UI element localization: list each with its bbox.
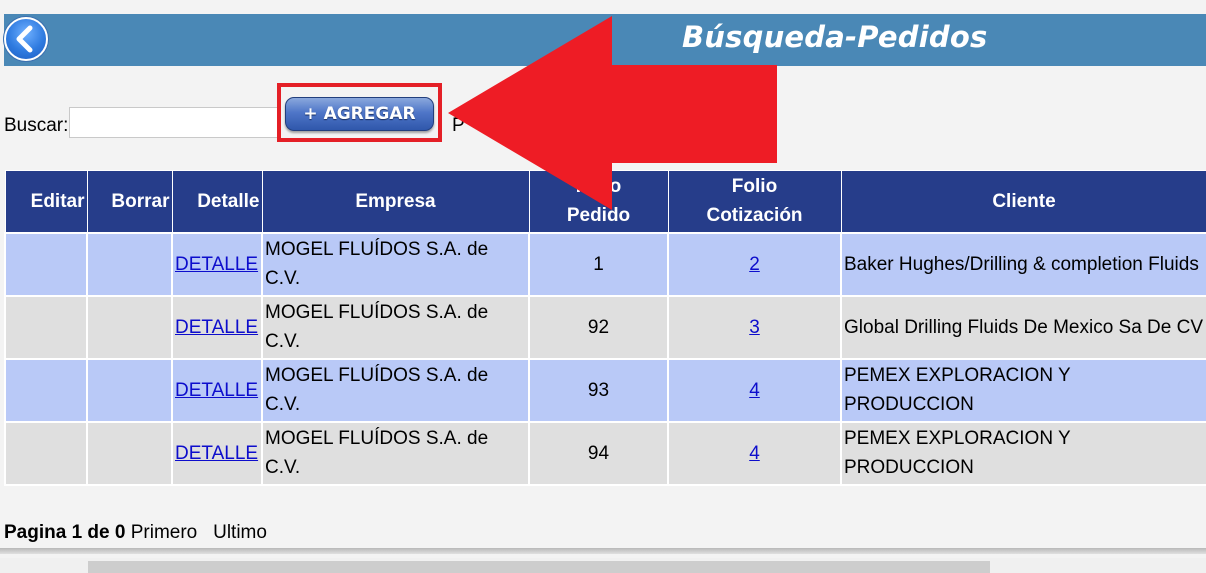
column-header-folio-cotizacion[interactable]: Folio Cotización bbox=[667, 170, 842, 233]
delete-cell bbox=[86, 294, 173, 360]
folio-pedido-cell: 1 bbox=[528, 231, 669, 297]
search-label: Buscar: bbox=[4, 115, 69, 136]
pager: Pagina 1 de 0 Primero Ultimo bbox=[4, 522, 267, 544]
add-button[interactable]: + AGREGAR bbox=[285, 97, 434, 131]
folio-pedido-cell: 94 bbox=[528, 420, 669, 486]
search-input[interactable] bbox=[69, 107, 281, 138]
edit-cell bbox=[4, 420, 88, 486]
column-header-empresa[interactable]: Empresa bbox=[261, 170, 530, 233]
column-header-folio-pedido[interactable]: Folio Pedido bbox=[528, 170, 669, 233]
edit-cell bbox=[4, 294, 88, 360]
title-bar bbox=[4, 14, 1206, 66]
partially-hidden-label: P bbox=[452, 115, 465, 136]
table-header-row: Editar Borrar Detalle Empresa Folio Pedi… bbox=[4, 170, 1206, 233]
pager-last-link[interactable]: Ultimo bbox=[213, 522, 267, 543]
delete-cell bbox=[86, 231, 173, 297]
empresa-cell: MOGEL FLUÍDOS S.A. de C.V. bbox=[261, 357, 530, 423]
folio-cotizacion-link[interactable]: 4 bbox=[749, 380, 760, 401]
folio-pedido-cell: 92 bbox=[528, 294, 669, 360]
cliente-cell: Global Drilling Fluids De Mexico Sa De C… bbox=[840, 294, 1206, 360]
pager-status: Pagina 1 de 0 bbox=[4, 522, 126, 543]
edit-cell bbox=[4, 231, 88, 297]
folio-cotizacion-link[interactable]: 2 bbox=[749, 254, 760, 275]
folio-pedido-cell: 93 bbox=[528, 357, 669, 423]
empresa-cell: MOGEL FLUÍDOS S.A. de C.V. bbox=[261, 231, 530, 297]
back-button[interactable] bbox=[4, 17, 48, 61]
empresa-cell: MOGEL FLUÍDOS S.A. de C.V. bbox=[261, 420, 530, 486]
detalle-link[interactable]: DETALLE bbox=[175, 380, 258, 401]
pager-first-link[interactable]: Primero bbox=[131, 522, 198, 543]
divider bbox=[0, 548, 1206, 554]
folio-cotizacion-link[interactable]: 4 bbox=[749, 443, 760, 464]
cliente-cell: Baker Hughes/Drilling & completion Fluid… bbox=[840, 231, 1206, 297]
cliente-cell: PEMEX EXPLORACION Y PRODUCCION bbox=[840, 420, 1206, 486]
table-row: DETALLE MOGEL FLUÍDOS S.A. de C.V. 92 3 … bbox=[4, 294, 1206, 360]
column-header-borrar[interactable]: Borrar bbox=[86, 170, 173, 233]
table-row: DETALLE MOGEL FLUÍDOS S.A. de C.V. 94 4 … bbox=[4, 420, 1206, 486]
horizontal-scrollbar-thumb[interactable] bbox=[88, 561, 990, 573]
detalle-link[interactable]: DETALLE bbox=[175, 254, 258, 275]
orders-table: Editar Borrar Detalle Empresa Folio Pedi… bbox=[4, 170, 1206, 486]
delete-cell bbox=[86, 420, 173, 486]
chevron-left-icon bbox=[16, 25, 33, 53]
detalle-link[interactable]: DETALLE bbox=[175, 317, 258, 338]
table-row: DETALLE MOGEL FLUÍDOS S.A. de C.V. 93 4 … bbox=[4, 357, 1206, 423]
table-row: DETALLE MOGEL FLUÍDOS S.A. de C.V. 1 2 B… bbox=[4, 231, 1206, 297]
detalle-link[interactable]: DETALLE bbox=[175, 443, 258, 464]
edit-cell bbox=[4, 357, 88, 423]
column-header-cliente[interactable]: Cliente bbox=[840, 170, 1206, 233]
empresa-cell: MOGEL FLUÍDOS S.A. de C.V. bbox=[261, 294, 530, 360]
cliente-cell: PEMEX EXPLORACION Y PRODUCCION bbox=[840, 357, 1206, 423]
column-header-detalle[interactable]: Detalle bbox=[171, 170, 263, 233]
page-title: Búsqueda-Pedidos bbox=[682, 20, 988, 54]
column-header-editar[interactable]: Editar bbox=[4, 170, 88, 233]
folio-cotizacion-link[interactable]: 3 bbox=[749, 317, 760, 338]
delete-cell bbox=[86, 357, 173, 423]
